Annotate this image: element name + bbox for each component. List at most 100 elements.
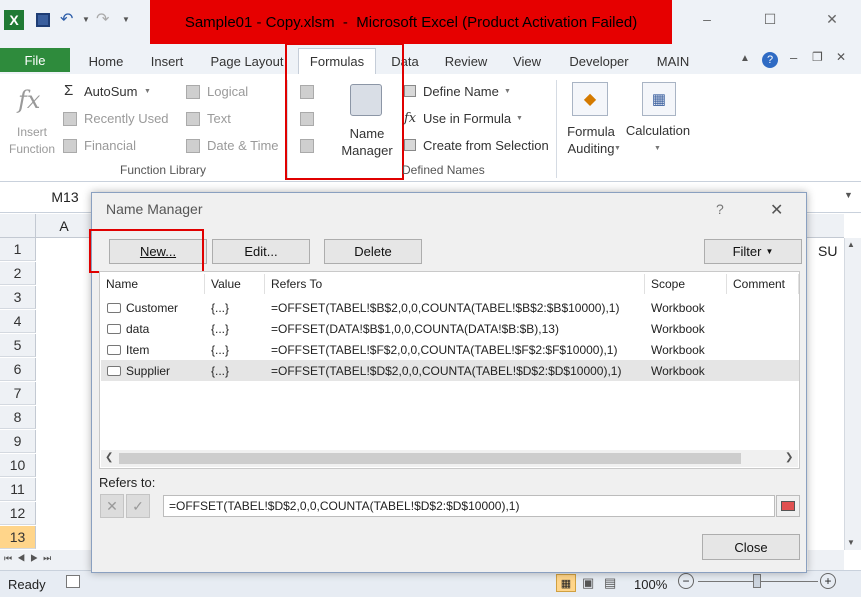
dialog-help-button[interactable]: ? — [716, 201, 724, 217]
formula-auditing-dropdown-icon[interactable]: ▼ — [614, 145, 621, 152]
autosum-dropdown-icon[interactable]: ▼ — [144, 88, 151, 95]
name-box[interactable]: M13 — [30, 186, 100, 208]
scroll-right-icon[interactable]: ❯ — [785, 452, 793, 463]
autosum-button[interactable]: AutoSum — [84, 84, 137, 99]
filter-label: Filter — [732, 244, 762, 259]
ribbon-minimize-icon[interactable]: ▲ — [740, 53, 750, 64]
name-row-selected[interactable]: Supplier {...} =OFFSET(TABEL!$D$2,0,0,CO… — [101, 360, 799, 381]
use-in-formula-dropdown-icon[interactable]: ▼ — [516, 115, 523, 122]
maximize-button[interactable]: ☐ — [756, 8, 784, 30]
row-header[interactable]: 3 — [0, 286, 36, 309]
save-icon[interactable] — [36, 13, 50, 27]
workbook-restore-icon[interactable]: ❐ — [812, 50, 823, 64]
zoom-level[interactable]: 100% — [634, 577, 667, 592]
row-header[interactable]: 6 — [0, 358, 36, 381]
list-horizontal-scrollbar[interactable]: ❮ ❯ — [101, 450, 798, 467]
collapse-dialog-icon[interactable] — [776, 495, 800, 517]
use-in-formula-button[interactable]: Use in Formula — [423, 111, 511, 126]
recently-used-button[interactable]: Recently Used — [84, 111, 169, 126]
close-window-button[interactable]: ✕ — [818, 8, 846, 30]
select-all-corner[interactable] — [0, 214, 36, 238]
zoom-out-button[interactable]: − — [678, 573, 694, 589]
tab-review[interactable]: Review — [436, 50, 496, 72]
customize-qat-icon[interactable]: ▼ — [122, 15, 130, 24]
tab-page-layout[interactable]: Page Layout — [202, 50, 292, 72]
row-header[interactable]: 7 — [0, 382, 36, 405]
tab-file[interactable]: File — [0, 48, 70, 72]
page-layout-view-icon[interactable]: ▣ — [582, 575, 594, 591]
row-header[interactable]: 11 — [0, 478, 36, 501]
name-manager-button[interactable]: Name Manager — [332, 125, 402, 159]
create-from-selection-button[interactable]: Create from Selection — [423, 138, 549, 153]
names-list[interactable]: Name Value Refers To Scope Comment Custo… — [99, 271, 800, 469]
financial-button[interactable]: Financial — [84, 138, 136, 153]
row-header[interactable]: 8 — [0, 406, 36, 429]
horizontal-scrollbar[interactable] — [808, 550, 844, 570]
name-row[interactable]: Customer {...} =OFFSET(TABEL!$B$2,0,0,CO… — [101, 297, 799, 318]
edit-name-button[interactable]: Edit... — [212, 239, 310, 264]
column-header-comment[interactable]: Comment — [727, 274, 799, 294]
column-header-refers-to[interactable]: Refers To — [265, 274, 645, 294]
insert-function-button[interactable]: Insert Function — [4, 124, 60, 158]
dialog-close-button[interactable]: ✕ — [770, 200, 783, 220]
tab-main[interactable]: MAIN — [646, 50, 700, 72]
row-header[interactable]: 2 — [0, 262, 36, 285]
define-name-button[interactable]: Define Name — [423, 84, 499, 99]
tab-developer[interactable]: Developer — [560, 50, 638, 72]
row-header[interactable]: 10 — [0, 454, 36, 477]
logical-button[interactable]: Logical — [207, 84, 248, 99]
name-row[interactable]: Item {...} =OFFSET(TABEL!$F$2,0,0,COUNTA… — [101, 339, 799, 360]
insert-function-icon: fx — [18, 86, 41, 114]
row-header[interactable]: 12 — [0, 502, 36, 525]
date-time-button[interactable]: Date & Time — [207, 138, 279, 153]
filter-button[interactable]: Filter ▼ — [704, 239, 802, 264]
refers-cell: =OFFSET(DATA!$B$1,0,0,COUNTA(DATA!$B:$B)… — [271, 321, 559, 336]
formula-auditing-button[interactable]: Formula Auditing — [560, 123, 622, 157]
zoom-in-button[interactable]: + — [820, 573, 836, 589]
formula-bar-expand-icon[interactable]: ▼ — [844, 190, 853, 200]
name-row[interactable]: data {...} =OFFSET(DATA!$B$1,0,0,COUNTA(… — [101, 318, 799, 339]
cancel-edit-button[interactable]: ✕ — [100, 494, 124, 518]
tab-home[interactable]: Home — [80, 50, 132, 72]
scroll-down-icon[interactable]: ▼ — [847, 538, 855, 547]
define-name-dropdown-icon[interactable]: ▼ — [504, 88, 511, 95]
column-header-value[interactable]: Value — [205, 274, 265, 294]
workbook-close-icon[interactable]: ✕ — [836, 50, 846, 64]
redo-icon[interactable]: ↷ — [96, 9, 109, 29]
text-button[interactable]: Text — [207, 111, 231, 126]
zoom-slider-thumb[interactable] — [753, 574, 761, 588]
row-header[interactable]: 1 — [0, 238, 36, 261]
refers-to-input[interactable]: =OFFSET(TABEL!$D$2,0,0,COUNTA(TABEL!$D$2… — [163, 495, 775, 517]
column-header-right[interactable] — [806, 214, 844, 238]
sheet-nav-icons[interactable]: ⏮◀▶⏭ — [4, 553, 56, 564]
scope-cell: Workbook — [651, 342, 705, 357]
row-header[interactable]: 5 — [0, 334, 36, 357]
scroll-up-icon[interactable]: ▲ — [847, 240, 855, 249]
help-icon[interactable]: ? — [762, 52, 778, 68]
tab-insert[interactable]: Insert — [140, 50, 194, 72]
excel-app-icon[interactable]: X — [4, 10, 24, 30]
filter-dropdown-icon: ▼ — [765, 247, 774, 256]
column-header-name[interactable]: Name — [100, 274, 205, 294]
row-header[interactable]: 9 — [0, 430, 36, 453]
column-header-scope[interactable]: Scope — [645, 274, 727, 294]
calculation-dropdown-icon[interactable]: ▼ — [654, 145, 661, 152]
page-break-view-icon[interactable]: ▤ — [604, 575, 616, 591]
calculation-button[interactable]: Calculation — [624, 123, 692, 138]
undo-icon[interactable]: ↶ — [60, 9, 73, 29]
vertical-scrollbar[interactable] — [844, 238, 861, 550]
tab-view[interactable]: View — [502, 50, 552, 72]
row-header-selected[interactable]: 13 — [0, 526, 36, 549]
close-dialog-button[interactable]: Close — [702, 534, 800, 560]
delete-name-button[interactable]: Delete — [324, 239, 422, 264]
normal-view-icon[interactable]: ▦ — [556, 574, 576, 592]
scrollbar-thumb[interactable] — [119, 453, 741, 464]
minimize-button[interactable]: – — [693, 8, 721, 30]
column-header-a[interactable]: A — [36, 214, 92, 238]
row-header[interactable]: 4 — [0, 310, 36, 333]
confirm-edit-button[interactable]: ✓ — [126, 494, 150, 518]
undo-dropdown-icon[interactable]: ▼ — [82, 15, 90, 24]
macro-record-icon[interactable] — [66, 575, 80, 588]
workbook-minimize-icon[interactable]: – — [790, 50, 797, 65]
scroll-left-icon[interactable]: ❮ — [105, 452, 113, 463]
